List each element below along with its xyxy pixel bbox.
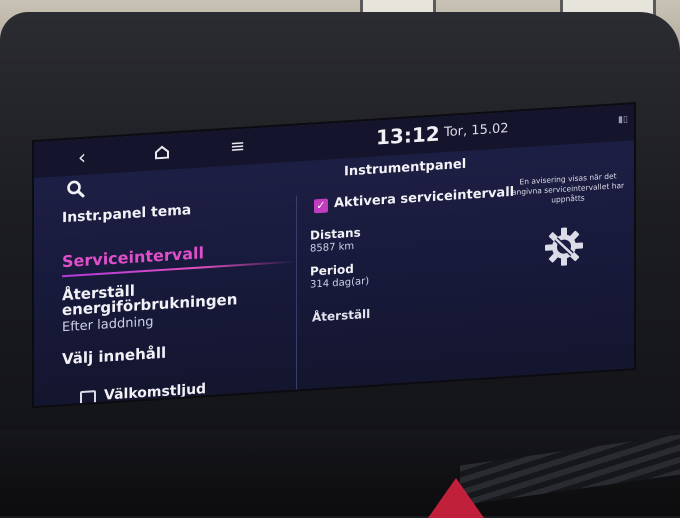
period-label: Period: [310, 261, 354, 279]
home-icon[interactable]: [154, 144, 170, 160]
back-icon[interactable]: ‹: [78, 145, 86, 170]
clock: 13:12: [376, 121, 440, 150]
date: Tor, 15.02: [444, 121, 509, 141]
service-gear-wrench-icon: [545, 227, 583, 266]
period-value[interactable]: 314 dag(ar): [310, 276, 369, 291]
page-title: Instrumentpanel: [344, 156, 467, 180]
info-text: En avisering visas när det angivna servi…: [511, 171, 625, 205]
search-icon[interactable]: [66, 179, 86, 200]
column-divider: [296, 195, 297, 396]
distance-value[interactable]: 8587 km: [310, 241, 354, 255]
infotainment-screen: ‹ ≡ 13:12 Tor, 15.02 ▮▯ Instrumentpanel …: [34, 104, 634, 407]
enable-service-interval-checkbox[interactable]: ✓: [314, 198, 328, 214]
menu-icon[interactable]: ≡: [230, 135, 245, 160]
enable-service-interval-label: Aktivera serviceintervall: [334, 184, 515, 212]
system-status-icons: ▮▯: [618, 114, 628, 126]
sidebar: Instr.panel tema Serviceintervall Återst…: [54, 188, 294, 407]
sidebar-item-choose-content[interactable]: Välj innehåll: [62, 344, 166, 369]
sidebar-item-reset-energy[interactable]: Återställ energiförbrukningen: [62, 274, 282, 320]
reset-button[interactable]: Återställ: [312, 307, 370, 325]
sidebar-item-theme[interactable]: Instr.panel tema: [62, 202, 191, 226]
